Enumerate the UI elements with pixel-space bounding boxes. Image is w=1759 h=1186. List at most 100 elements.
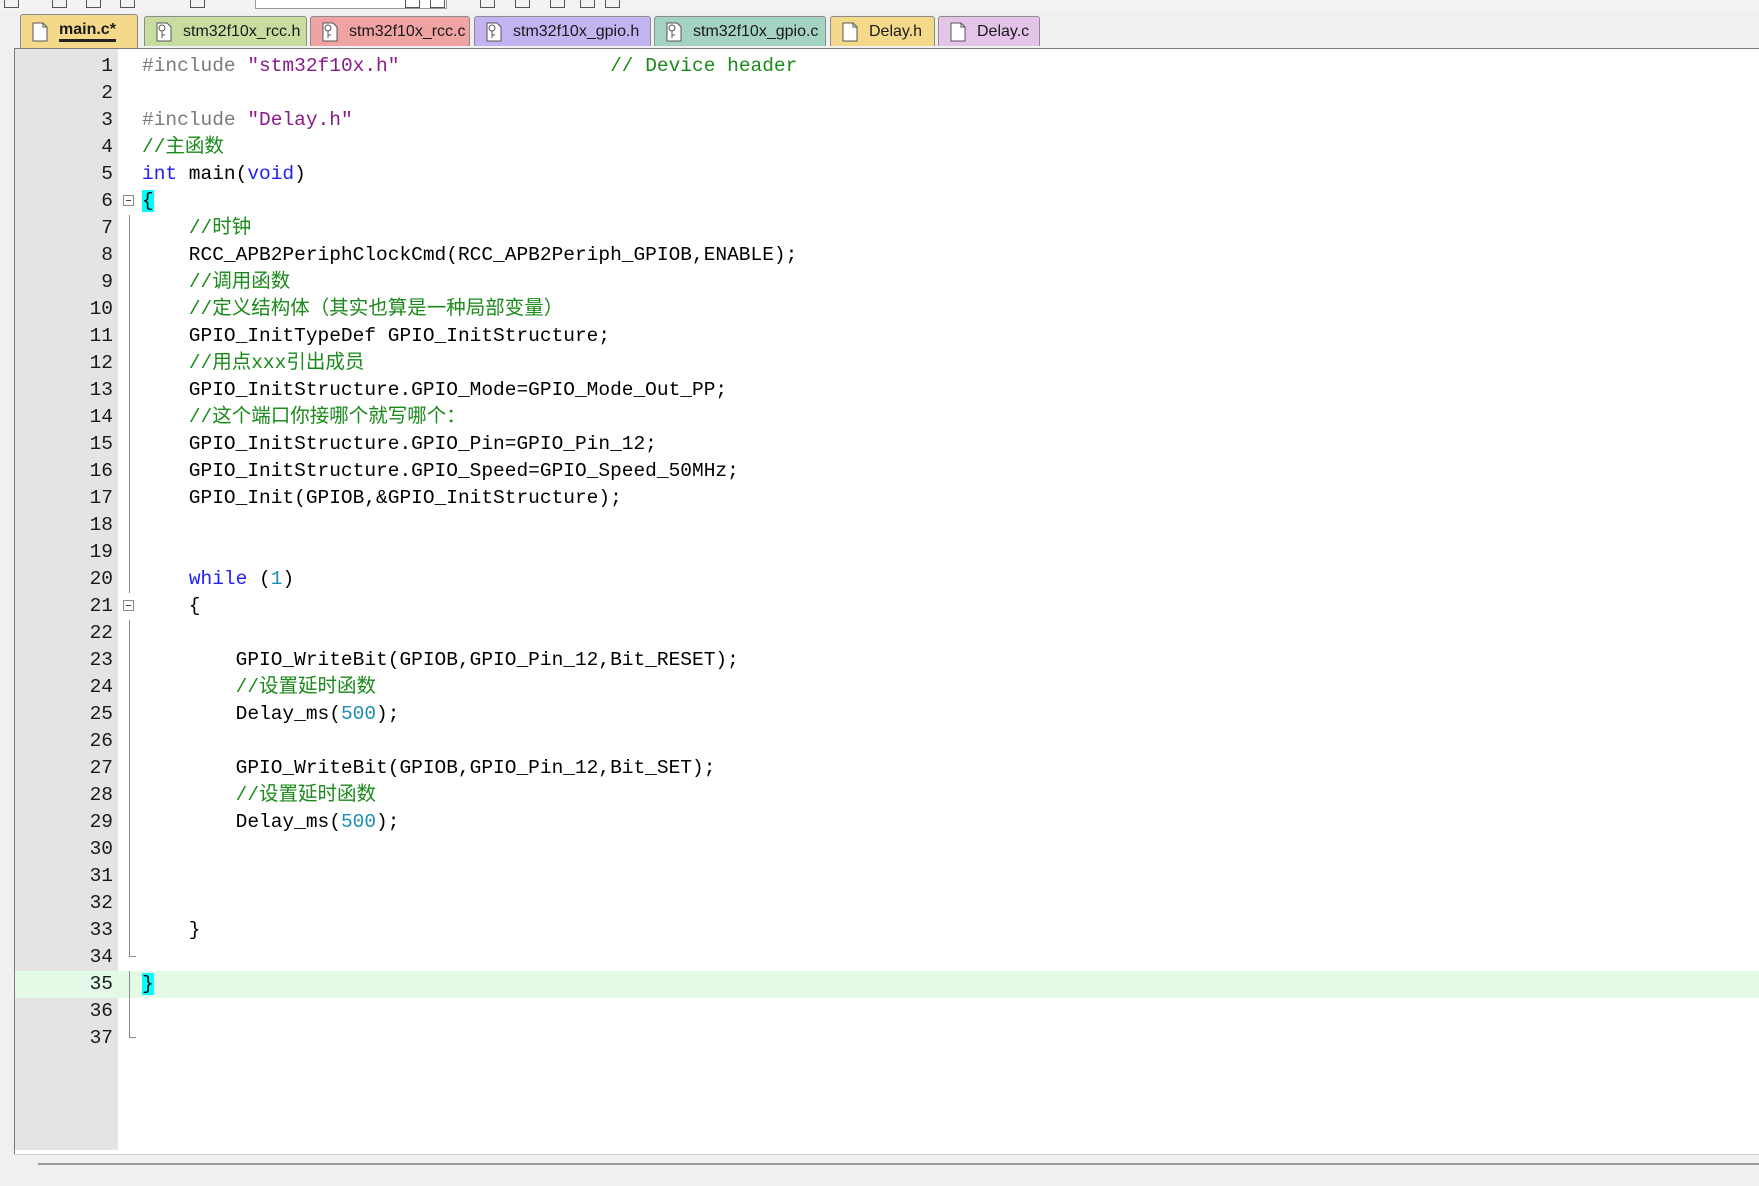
code-line[interactable]: 18 — [15, 512, 1759, 539]
code-line[interactable]: 23 GPIO_WriteBit(GPIOB,GPIO_Pin_12,Bit_R… — [15, 647, 1759, 674]
code-token: ); — [376, 703, 400, 725]
code-line[interactable]: 13 GPIO_InitStructure.GPIO_Mode=GPIO_Mod… — [15, 377, 1759, 404]
line-number: 33 — [89, 919, 113, 941]
tab-main-c[interactable]: main.c* — [20, 14, 138, 48]
code-line[interactable]: 8 RCC_APB2PeriphClockCmd(RCC_APB2Periph_… — [15, 242, 1759, 269]
code-token: //时钟 — [188, 217, 252, 239]
code-line[interactable]: 30 — [15, 836, 1759, 863]
code-editor[interactable]: 1 #include "stm32f10x.h" // Device header… — [14, 48, 1759, 1154]
code-line[interactable]: 33 } — [15, 917, 1759, 944]
toolbar-button-icon[interactable] — [86, 0, 101, 8]
code-line[interactable]: 9 //调用函数 — [15, 269, 1759, 296]
code-text: //主函数 — [142, 134, 224, 161]
tab-delay-h[interactable]: Delay.h — [830, 16, 935, 46]
line-number: 25 — [89, 703, 113, 725]
fold-toggle-icon[interactable] — [123, 600, 134, 611]
code-line[interactable]: 25 Delay_ms(500); — [15, 701, 1759, 728]
code-line[interactable]: 4 //主函数 — [15, 134, 1759, 161]
fold-guide — [129, 431, 130, 458]
tab-label: Delay.h — [869, 22, 923, 40]
line-number: 12 — [89, 352, 113, 374]
code-token: ( — [247, 568, 271, 590]
code-text: while (1) — [142, 566, 294, 593]
code-text: } — [142, 917, 201, 944]
code-line[interactable]: 20 while (1) — [15, 566, 1759, 593]
code-line[interactable]: 24 //设置延时函数 — [15, 674, 1759, 701]
code-line[interactable]: 34 — [15, 944, 1759, 971]
code-line[interactable]: 10 //定义结构体（其实也算是一种局部变量） — [15, 296, 1759, 323]
code-text: Delay_ms(500); — [142, 701, 400, 728]
code-line[interactable]: 35} — [15, 971, 1759, 998]
code-line[interactable]: 2 — [15, 80, 1759, 107]
toolbar-button-icon[interactable] — [515, 0, 530, 8]
code-token: //定义结构体（其实也算是一种局部变量） — [188, 298, 564, 320]
toolbar-button-icon[interactable] — [4, 0, 19, 8]
line-number: 2 — [101, 82, 113, 104]
toolbar-button-icon[interactable] — [190, 0, 205, 8]
code-line[interactable]: 3 #include "Delay.h" — [15, 107, 1759, 134]
code-line[interactable]: 19 — [15, 539, 1759, 566]
code-line[interactable]: 16 GPIO_InitStructure.GPIO_Speed=GPIO_Sp… — [15, 458, 1759, 485]
tab-stm32f10x-rcc-h[interactable]: stm32f10x_rcc.h — [144, 16, 307, 46]
toolbar-button-icon[interactable] — [605, 0, 620, 8]
code-line[interactable]: 28 //设置延时函数 — [15, 782, 1759, 809]
code-line[interactable]: 5 int main(void) — [15, 161, 1759, 188]
code-line[interactable]: 17 GPIO_Init(GPIOB,&GPIO_InitStructure); — [15, 485, 1759, 512]
code-line[interactable]: 31 — [15, 863, 1759, 890]
toolbar-button-icon[interactable] — [580, 0, 595, 8]
fold-guide — [129, 755, 130, 782]
tab-stm32f10x-gpio-c[interactable]: stm32f10x_gpio.c — [654, 16, 826, 46]
code-token: { — [142, 595, 201, 617]
code-token: // Device header — [610, 55, 798, 77]
code-line[interactable]: 32 — [15, 890, 1759, 917]
fold-guide — [129, 890, 130, 917]
code-line[interactable]: 12 //用点xxx引出成员 — [15, 350, 1759, 377]
code-line[interactable]: 7 //时钟 — [15, 215, 1759, 242]
toolbar-button-icon[interactable] — [405, 0, 420, 8]
code-line[interactable]: 29 Delay_ms(500); — [15, 809, 1759, 836]
tab-label: Delay.c — [977, 22, 1030, 40]
tab-stm32f10x-rcc-c[interactable]: stm32f10x_rcc.c — [310, 16, 470, 46]
code-lines[interactable]: 1 #include "stm32f10x.h" // Device header… — [15, 53, 1759, 1052]
code-token: void — [247, 163, 295, 185]
code-line[interactable]: 21 { — [15, 593, 1759, 620]
code-line[interactable]: 36 — [15, 998, 1759, 1025]
line-number: 3 — [101, 109, 113, 131]
line-number: 1 — [101, 55, 113, 77]
fold-guide — [129, 728, 130, 755]
code-text: //设置延时函数 — [142, 674, 376, 701]
fold-end-marker — [129, 1025, 136, 1038]
line-number: 6 — [101, 190, 113, 212]
code-line[interactable]: 27 GPIO_WriteBit(GPIOB,GPIO_Pin_12,Bit_S… — [15, 755, 1759, 782]
code-text: RCC_APB2PeriphClockCmd(RCC_APB2Periph_GP… — [142, 242, 798, 269]
code-line[interactable]: 11 GPIO_InitTypeDef GPIO_InitStructure; — [15, 323, 1759, 350]
code-token: //用点xxx引出成员 — [188, 352, 365, 374]
code-line[interactable]: 6{ — [15, 188, 1759, 215]
code-line[interactable]: 1 #include "stm32f10x.h" // Device header — [15, 53, 1759, 80]
line-number: 27 — [89, 757, 113, 779]
code-line[interactable]: 37 — [15, 1025, 1759, 1052]
toolbar-button-icon[interactable] — [52, 0, 67, 8]
code-line[interactable]: 22 — [15, 620, 1759, 647]
toolbar-button-icon[interactable] — [550, 0, 565, 8]
tab-label: stm32f10x_gpio.c — [693, 22, 819, 40]
tab-stm32f10x-gpio-h[interactable]: stm32f10x_gpio.h — [474, 16, 651, 46]
fold-guide — [129, 647, 130, 674]
toolbar-button-icon[interactable] — [480, 0, 495, 8]
code-token: 500 — [340, 703, 377, 725]
code-line[interactable]: 15 GPIO_InitStructure.GPIO_Pin=GPIO_Pin_… — [15, 431, 1759, 458]
toolbar-button-icon[interactable] — [430, 0, 445, 8]
tab-delay-c[interactable]: Delay.c — [938, 16, 1040, 46]
horizontal-scrollbar[interactable] — [14, 1154, 1759, 1173]
scrollbar-track[interactable] — [38, 1163, 1759, 1165]
fold-toggle-icon[interactable] — [123, 195, 134, 206]
code-line[interactable]: 26 — [15, 728, 1759, 755]
code-token: int — [142, 163, 178, 185]
code-token: //调用函数 — [188, 271, 291, 293]
toolbar-button-icon[interactable] — [120, 0, 135, 8]
fold-guide — [129, 242, 130, 269]
code-line[interactable]: 14 //这个端口你接哪个就写哪个： — [15, 404, 1759, 431]
fold-guide — [129, 863, 130, 890]
